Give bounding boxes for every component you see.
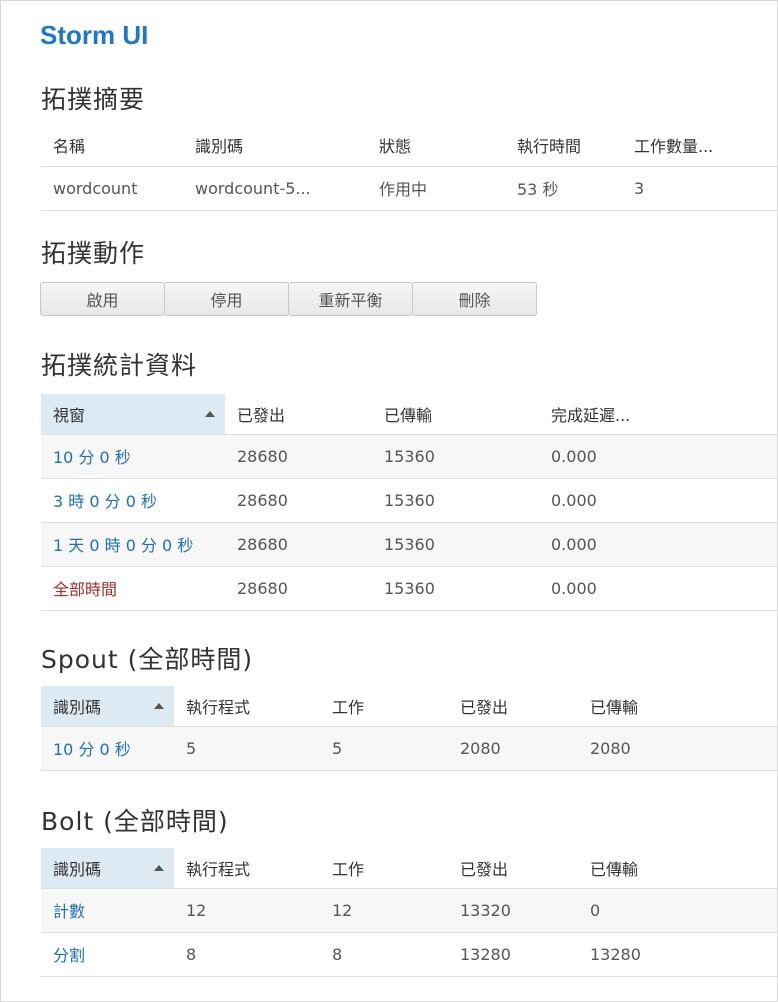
emitted-value: 13280: [448, 931, 578, 977]
col-uptime[interactable]: 執行時間: [505, 124, 622, 166]
topology-uptime: 53 秒: [505, 165, 622, 211]
tasks-value: 12: [320, 887, 448, 932]
action-button-group: 啟用 停用 重新平衡 刪除: [40, 282, 537, 316]
col-spout-id-label: 識別碼: [53, 697, 102, 717]
table-row: 分割 8 8 13280 13280: [41, 931, 777, 977]
topology-tasks: 3: [622, 165, 777, 211]
sort-up-icon: [154, 864, 164, 871]
col-tasks[interactable]: 工作: [320, 686, 448, 726]
col-executors[interactable]: 執行程式: [174, 848, 320, 888]
table-row: 計數 12 12 13320 0: [41, 887, 777, 932]
emitted-value: 13320: [448, 887, 578, 932]
stats-table: 視窗 已發出 已傳輸 完成延遲... 10 分 0 秒 28680 15360 …: [41, 394, 777, 611]
topology-id: wordcount-5...: [183, 165, 367, 211]
col-id[interactable]: 識別碼: [183, 124, 367, 166]
transferred-value: 15360: [372, 565, 539, 611]
table-row: 3 時 0 分 0 秒 28680 15360 0.000: [41, 477, 777, 522]
col-tasks[interactable]: 工作: [320, 848, 448, 888]
transferred-value: 15360: [372, 521, 539, 566]
rebalance-button[interactable]: 重新平衡: [288, 282, 413, 316]
col-window[interactable]: 視窗: [41, 394, 225, 434]
table-row: wordcount wordcount-5... 作用中 53 秒 3: [41, 165, 777, 211]
tasks-value: 5: [320, 725, 448, 771]
table-row: 全部時間 28680 15360 0.000: [41, 565, 777, 611]
summary-table: 名稱 識別碼 狀態 執行時間 工作數量... wordcount wordcou…: [41, 124, 777, 211]
transferred-value: 15360: [372, 433, 539, 478]
window-link[interactable]: 10 分 0 秒: [41, 433, 225, 478]
executors-value: 5: [174, 725, 320, 771]
col-emitted[interactable]: 已發出: [448, 686, 578, 726]
actions-heading: 拓撲動作: [41, 239, 146, 268]
emitted-value: 28680: [225, 433, 372, 478]
topology-status: 作用中: [367, 165, 505, 211]
table-row: 10 分 0 秒 28680 15360 0.000: [41, 433, 777, 478]
transferred-value: 0: [578, 887, 777, 932]
executors-value: 8: [174, 931, 320, 977]
window-link[interactable]: 1 天 0 時 0 分 0 秒: [41, 521, 225, 566]
col-window-label: 視窗: [53, 405, 86, 425]
emitted-value: 28680: [225, 521, 372, 566]
col-bolt-id[interactable]: 識別碼: [41, 848, 174, 888]
activate-button[interactable]: 啟用: [40, 282, 165, 316]
tasks-value: 8: [320, 931, 448, 977]
table-row: 1 天 0 時 0 分 0 秒 28680 15360 0.000: [41, 521, 777, 566]
stats-heading: 拓撲統計資料: [41, 351, 198, 380]
col-name[interactable]: 名稱: [41, 124, 183, 166]
summary-heading: 拓撲摘要: [41, 85, 146, 114]
bolts-table: 識別碼 執行程式 工作 已發出 已傳輸 計數 12 12 13320 0 分割 …: [41, 848, 777, 977]
sort-up-icon: [205, 410, 215, 417]
bolt-id-link[interactable]: 計數: [41, 887, 174, 932]
transferred-value: 2080: [578, 725, 777, 771]
deactivate-button[interactable]: 停用: [164, 282, 289, 316]
col-emitted[interactable]: 已發出: [225, 394, 372, 434]
bolts-heading: Bolt (全部時間): [41, 807, 229, 836]
transferred-value: 13280: [578, 931, 777, 977]
emitted-value: 28680: [225, 477, 372, 522]
col-status[interactable]: 狀態: [367, 124, 505, 166]
col-transferred[interactable]: 已傳輸: [578, 686, 777, 726]
emitted-value: 2080: [448, 725, 578, 771]
spout-id-link[interactable]: 10 分 0 秒: [41, 725, 174, 771]
col-executors[interactable]: 執行程式: [174, 686, 320, 726]
col-emitted[interactable]: 已發出: [448, 848, 578, 888]
spouts-heading: Spout (全部時間): [41, 645, 254, 674]
kill-button[interactable]: 刪除: [412, 282, 537, 316]
sort-up-icon: [154, 702, 164, 709]
emitted-value: 28680: [225, 565, 372, 611]
table-row: 10 分 0 秒 5 5 2080 2080: [41, 725, 777, 771]
col-complete-latency[interactable]: 完成延遲...: [539, 394, 777, 434]
bolt-id-link[interactable]: 分割: [41, 931, 174, 977]
col-tasks[interactable]: 工作數量...: [622, 124, 777, 166]
spouts-table: 識別碼 執行程式 工作 已發出 已傳輸 10 分 0 秒 5 5 2080 20…: [41, 686, 777, 771]
transferred-value: 15360: [372, 477, 539, 522]
col-bolt-id-label: 識別碼: [53, 859, 102, 879]
latency-value: 0.000: [539, 521, 777, 566]
app-title[interactable]: Storm UI: [40, 20, 148, 51]
col-spout-id[interactable]: 識別碼: [41, 686, 174, 726]
executors-value: 12: [174, 887, 320, 932]
latency-value: 0.000: [539, 433, 777, 478]
latency-value: 0.000: [539, 565, 777, 611]
col-transferred[interactable]: 已傳輸: [578, 848, 777, 888]
topology-name: wordcount: [41, 165, 183, 211]
window-link[interactable]: 全部時間: [41, 565, 225, 611]
latency-value: 0.000: [539, 477, 777, 522]
col-transferred[interactable]: 已傳輸: [372, 394, 539, 434]
window-link[interactable]: 3 時 0 分 0 秒: [41, 477, 225, 522]
